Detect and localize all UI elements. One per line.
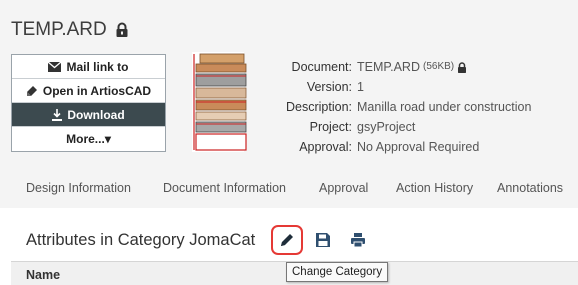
document-actions: Mail link to Open in ArtiosCAD Download … — [11, 54, 166, 152]
pencil-icon — [281, 234, 293, 246]
document-title-text: TEMP.ARD — [11, 19, 107, 40]
artioscad-icon — [26, 85, 37, 96]
download-button[interactable]: Download — [12, 103, 165, 127]
tab-approval[interactable]: Approval — [319, 181, 368, 195]
approval-label: Approval: — [299, 140, 352, 154]
document-title: TEMP.ARD — [11, 19, 130, 41]
metadata-row-version: Version: 1 — [264, 77, 531, 97]
metadata-row-description: Description: Manilla road under construc… — [264, 97, 531, 117]
print-icon — [351, 233, 365, 248]
tab-annotations[interactable]: Annotations — [497, 181, 563, 195]
change-category-button[interactable] — [271, 225, 303, 255]
section-title: Attributes in Category JomaCat — [26, 231, 256, 249]
project-value: gsyProject — [357, 120, 416, 134]
lock-icon — [458, 61, 467, 73]
save-button[interactable] — [314, 231, 332, 249]
tab-document-information[interactable]: Document Information — [163, 181, 286, 195]
tab-design-information[interactable]: Design Information — [26, 181, 131, 195]
change-category-tooltip: Change Category — [286, 262, 389, 282]
name-column-header[interactable]: Name — [26, 268, 60, 282]
download-icon — [52, 108, 63, 121]
lock-icon — [116, 22, 128, 37]
more-menu-label: More...▾ — [66, 132, 111, 146]
tab-action-history[interactable]: Action History — [396, 181, 473, 195]
metadata-row-project: Project: gsyProject — [264, 117, 531, 137]
project-label: Project: — [309, 120, 352, 134]
mail-link-label: Mail link to — [66, 59, 129, 74]
open-in-artioscad-button[interactable]: Open in ArtiosCAD — [12, 79, 165, 103]
download-label: Download — [67, 107, 125, 122]
version-value: 1 — [357, 80, 364, 94]
document-tabs: Design Information Document Information … — [0, 178, 578, 200]
document-value: TEMP.ARD — [357, 60, 420, 74]
approval-value: No Approval Required — [357, 140, 480, 154]
more-menu-button[interactable]: More...▾ — [12, 127, 165, 151]
design-thumbnail[interactable] — [190, 52, 258, 152]
version-label: Version: — [306, 80, 352, 94]
description-value: Manilla road under construction — [357, 100, 532, 114]
document-metadata: Document: TEMP.ARD (56KB) Version: 1 Des… — [264, 57, 531, 157]
document-header-panel: TEMP.ARD Mail link to Open in ArtiosCAD — [0, 0, 578, 208]
open-in-artioscad-label: Open in ArtiosCAD — [42, 83, 152, 98]
metadata-row-document: Document: TEMP.ARD (56KB) — [264, 57, 531, 77]
description-label: Description: — [286, 100, 352, 114]
mail-link-button[interactable]: Mail link to — [12, 55, 165, 79]
document-size: (56KB) — [422, 61, 455, 72]
print-button[interactable] — [349, 231, 367, 249]
document-label: Document: — [291, 60, 352, 74]
metadata-row-approval: Approval: No Approval Required — [264, 137, 531, 157]
envelope-icon — [48, 61, 62, 72]
save-icon — [316, 233, 330, 247]
